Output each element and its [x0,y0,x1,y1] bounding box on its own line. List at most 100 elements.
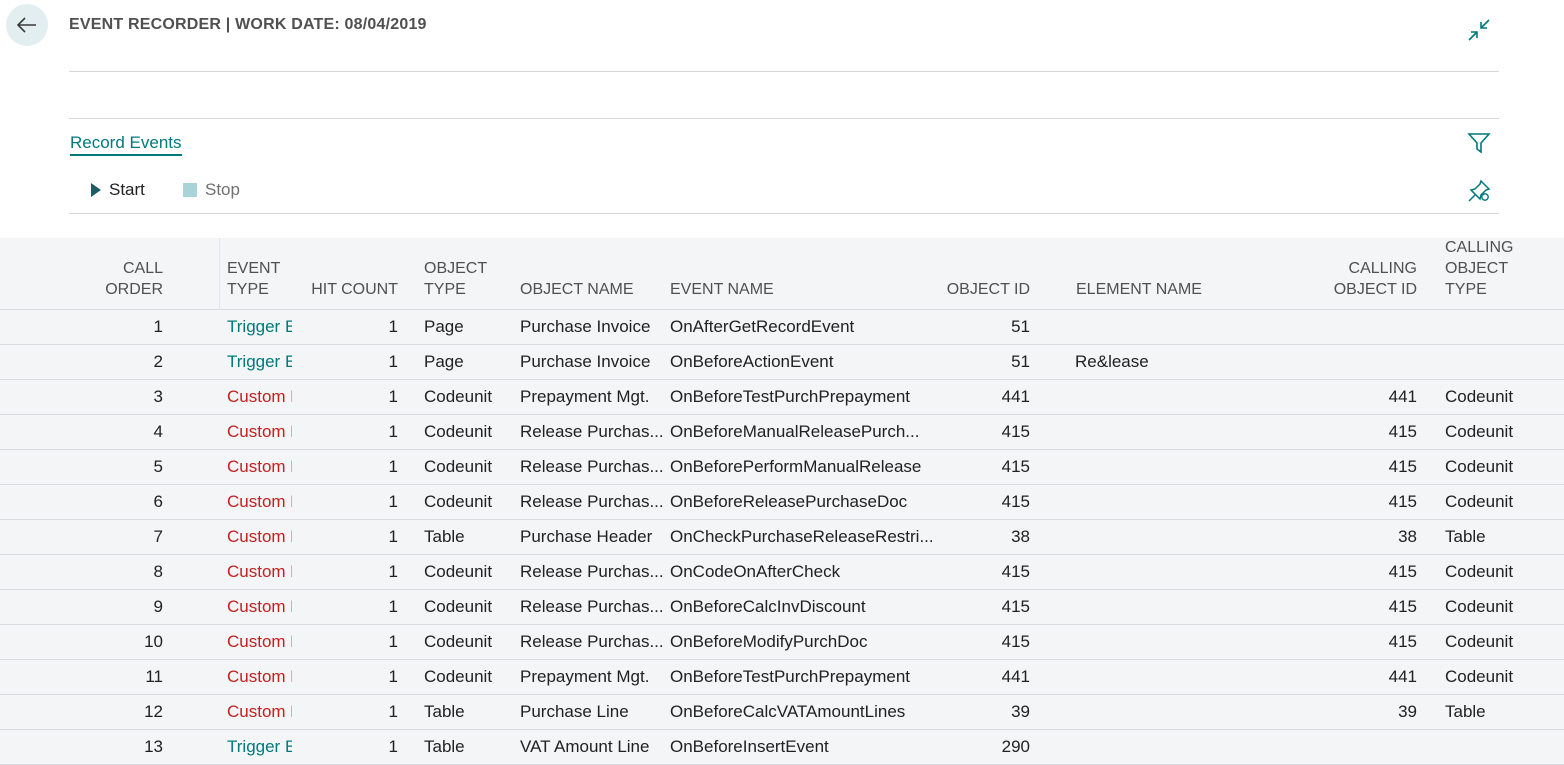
object-type-cell: Codeunit [424,597,493,616]
column-separator [219,238,220,310]
event-type-cell[interactable]: Custom Eve... [180,457,292,477]
table-row[interactable]: 2 Trigger Event 1 Page Purchase Invoice OnBef… [0,345,1564,380]
object-name-cell: Purchase Invoice [520,352,651,371]
call-order-cell: 9 [153,597,163,616]
object-name-cell: Release Purchas... [520,632,664,651]
event-name-cell: OnBeforePerformManualRelease [670,457,922,476]
collapse-icon[interactable] [1467,18,1491,47]
object-name-cell: Prepayment Mgt. [520,667,650,686]
event-type-cell[interactable]: Custom Eve... [180,562,292,582]
object-id-cell: 415 [1001,457,1030,476]
event-name-cell: OnBeforeActionEvent [670,352,834,371]
event-name-cell: OnBeforeCalcVATAmountLines [670,702,906,721]
event-type-cell[interactable]: Trigger Event [180,317,292,337]
event-name-cell: OnBeforeTestPurchPrepayment [670,387,911,406]
col-header-call-order[interactable]: CALL ORDER [0,258,180,300]
object-id-cell: 39 [1011,702,1030,721]
call-order-cell: 8 [153,562,163,581]
event-type-cell[interactable]: Custom Eve... [180,702,292,722]
calling-object-id-cell: 415 [1388,632,1417,651]
table-row[interactable]: 4 Custom Eve... 1 Codeunit Release Purchas..… [0,415,1564,450]
col-header-element-name[interactable]: ELEMENT NAME [1050,279,1290,300]
table-row[interactable]: 6 Custom Eve... 1 Codeunit Release Purchas..… [0,485,1564,520]
object-type-cell: Page [424,317,464,336]
call-order-cell: 4 [153,422,163,441]
calling-object-type-cell: Codeunit [1445,667,1514,686]
calling-object-type-cell: Table [1445,527,1486,546]
calling-object-id-cell: 415 [1388,562,1417,581]
table-row[interactable]: 7 Custom Eve... 1 Table Purchase Header OnChe… [0,520,1564,555]
object-name-cell: Purchase Line [520,702,629,721]
divider [69,71,1499,72]
table-row[interactable]: 8 Custom Eve... 1 Codeunit Release Purchas..… [0,555,1564,590]
stop-button[interactable]: Stop [183,180,240,200]
hit-count-cell: 1 [388,387,398,406]
hit-count-cell: 1 [388,632,398,651]
col-header-calling-object-id[interactable]: CALLING OBJECT ID [1290,258,1424,300]
object-id-cell: 415 [1001,422,1030,441]
element-name-cell: Re&lease [1075,352,1149,371]
table-body: 1 Trigger Event 1 Page Purchase Invoice OnAft… [0,310,1564,765]
filter-icon[interactable] [1467,132,1491,159]
table-row[interactable]: 3 Custom Eve... 1 Codeunit Prepayment Mgt. On… [0,380,1564,415]
tab-record-events[interactable]: Record Events [70,133,182,156]
object-id-cell: 290 [1001,737,1030,756]
object-type-cell: Codeunit [424,457,493,476]
event-name-cell: OnCheckPurchaseReleaseRestri... [670,527,932,546]
col-header-object-id[interactable]: OBJECT ID [932,279,1050,300]
object-id-cell: 441 [1001,387,1030,406]
event-type-cell[interactable]: Custom Eve... [180,667,292,687]
event-name-cell: OnCodeOnAfterCheck [670,562,841,581]
stop-icon [183,183,197,197]
calling-object-type-cell: Codeunit [1445,422,1514,441]
object-name-cell: Purchase Invoice [520,317,651,336]
col-header-object-type[interactable]: OBJECT TYPE [406,258,520,300]
table-row[interactable]: 11 Custom Eve... 1 Codeunit Prepayment Mgt. O… [0,660,1564,695]
hit-count-cell: 1 [388,317,398,336]
call-order-cell: 10 [144,632,163,651]
event-type-cell[interactable]: Custom Eve... [180,422,292,442]
call-order-cell: 7 [153,527,163,546]
calling-object-type-cell: Codeunit [1445,597,1514,616]
event-type-cell[interactable]: Trigger Event [180,737,292,757]
col-header-event-name[interactable]: EVENT NAME [670,279,932,300]
event-type-cell[interactable]: Custom Eve... [180,492,292,512]
object-type-cell: Page [424,352,464,371]
back-button[interactable] [6,4,48,46]
page-title: EVENT RECORDER | WORK DATE: 08/04/2019 [69,16,427,33]
event-type-cell[interactable]: Custom Eve... [180,527,292,547]
event-type-cell[interactable]: Custom Eve... [180,387,292,407]
object-type-cell: Codeunit [424,632,493,651]
calling-object-id-cell: 39 [1398,702,1417,721]
col-header-object-name[interactable]: OBJECT NAME [520,279,670,300]
object-id-cell: 38 [1011,527,1030,546]
table-row[interactable]: 1 Trigger Event 1 Page Purchase Invoice OnAft… [0,310,1564,345]
event-type-cell[interactable]: Custom Eve... [180,632,292,652]
calling-object-type-cell: Codeunit [1445,492,1514,511]
table-row[interactable]: 12 Custom Eve... 1 Table Purchase Line OnBefo… [0,695,1564,730]
pin-icon[interactable] [1467,179,1491,208]
col-header-event-type[interactable]: EVENT TYPE [180,258,292,300]
table-row[interactable]: 10 Custom Eve... 1 Codeunit Release Purchas.… [0,625,1564,660]
hit-count-cell: 1 [388,492,398,511]
table-row[interactable]: 13 Trigger Event 1 Table VAT Amount Line OnBe… [0,730,1564,765]
object-type-cell: Codeunit [424,422,493,441]
call-order-cell: 11 [145,667,163,686]
call-order-cell: 5 [153,457,163,476]
calling-object-type-cell: Table [1445,702,1486,721]
event-type-cell[interactable]: Trigger Event [180,352,292,372]
call-order-cell: 12 [144,702,163,721]
hit-count-cell: 1 [388,667,398,686]
table-row[interactable]: 9 Custom Eve... 1 Codeunit Release Purchas..… [0,590,1564,625]
col-header-hit-count[interactable]: HIT COUNT [292,279,406,300]
col-header-calling-object-type[interactable]: CALLING OBJECT TYPE [1424,237,1534,300]
object-name-cell: Prepayment Mgt. [520,387,650,406]
table-row[interactable]: 5 Custom Eve... 1 Codeunit Release Purchas..… [0,450,1564,485]
object-type-cell: Table [424,737,465,756]
calling-object-id-cell: 441 [1388,667,1417,686]
start-button[interactable]: Start [91,180,145,200]
call-order-cell: 3 [153,387,163,406]
object-name-cell: VAT Amount Line [520,737,650,756]
events-table: CALL ORDER EVENT TYPE HIT COUNT OBJECT T… [0,238,1564,765]
event-type-cell[interactable]: Custom Eve... [180,597,292,617]
